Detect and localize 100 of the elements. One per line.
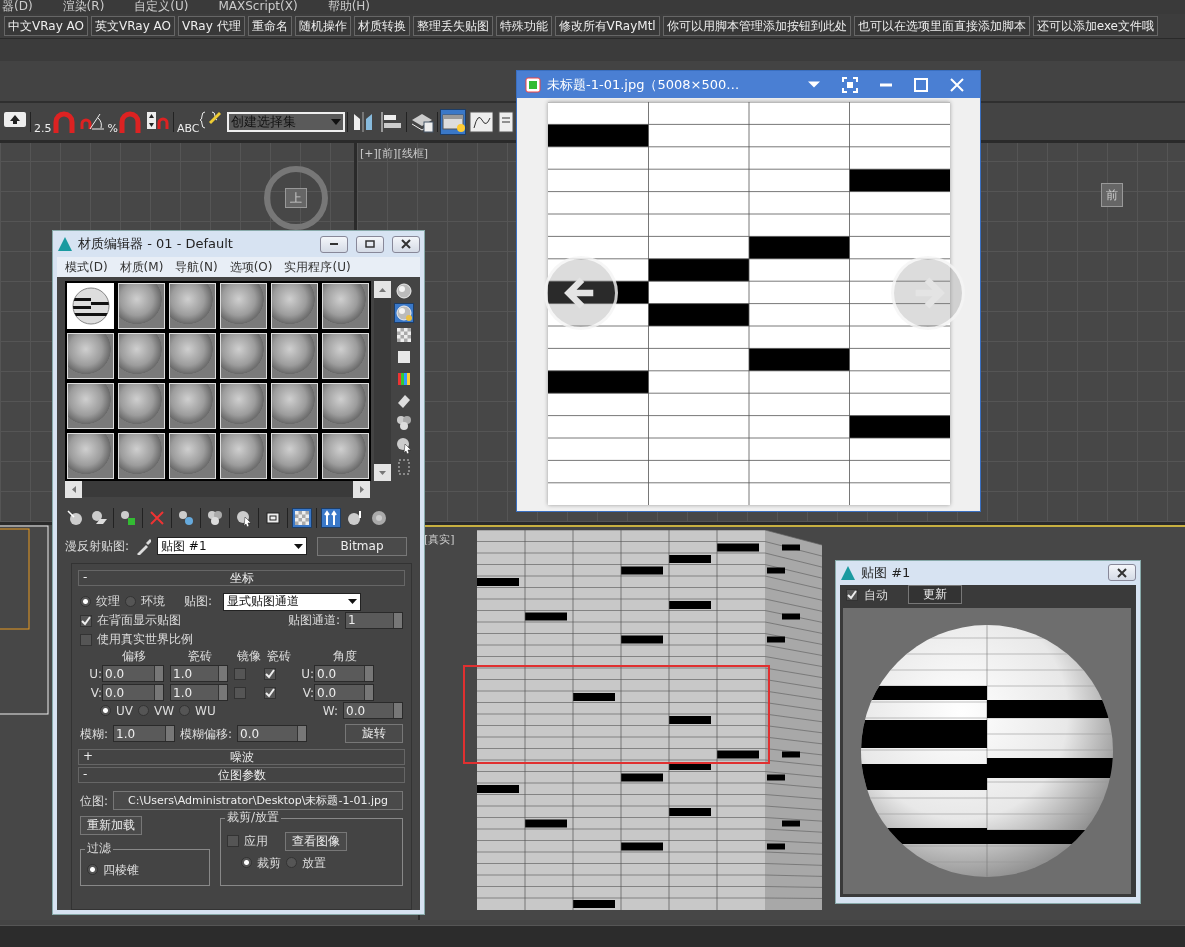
reload-button[interactable]: 重新加载 <box>80 816 142 836</box>
menu-item[interactable]: 材质(M) <box>119 259 164 275</box>
script-button[interactable]: 整理丢失贴图 <box>412 16 493 36</box>
material-sample-slot[interactable] <box>269 281 320 331</box>
spheres-button[interactable] <box>205 508 225 528</box>
script-button[interactable]: 还可以添加exe文件哦 <box>1032 16 1158 36</box>
checkbox[interactable] <box>264 686 276 699</box>
checkbox[interactable] <box>234 686 246 699</box>
collapse-toggle[interactable]: - <box>83 570 88 585</box>
viewport-label[interactable]: [真实] <box>424 533 455 547</box>
radio-button[interactable] <box>241 857 252 869</box>
sibling-button[interactable] <box>369 508 389 528</box>
snap-button[interactable]: 2.5 <box>33 108 77 135</box>
spinner-field[interactable]: 0.0 <box>343 702 403 720</box>
material-sample-slot[interactable] <box>269 381 320 431</box>
spinner-field[interactable]: 0.0 <box>102 684 164 702</box>
collapse-toggle[interactable]: + <box>83 749 94 764</box>
spinner-field[interactable]: 0.0 <box>237 725 308 743</box>
menu-item[interactable]: 实用程序(U) <box>284 259 351 275</box>
rollout-title[interactable]: 噪波 <box>229 750 254 765</box>
fullscreen-button[interactable] <box>840 74 860 95</box>
spinner-field[interactable]: 0.0 <box>314 665 374 683</box>
spinner-field[interactable]: 0.0 <box>314 684 374 702</box>
script-button[interactable]: VRay 代理 <box>178 16 245 36</box>
pick-button[interactable] <box>394 435 414 455</box>
viewport-label[interactable]: [+][前][线框] <box>360 147 428 161</box>
update-button[interactable]: 更新 <box>908 585 962 605</box>
material-sample-slot[interactable] <box>269 331 320 381</box>
script-button[interactable]: 中文VRay AO <box>4 16 88 36</box>
spinner-field[interactable]: 1 <box>345 612 403 629</box>
script-button[interactable]: 修改所有VRayMtl <box>554 16 660 36</box>
menu-item[interactable]: 器(D) <box>2 0 33 14</box>
menu-item[interactable]: 帮助(H) <box>327 0 371 14</box>
assign-button[interactable] <box>118 508 138 528</box>
checkbox[interactable] <box>80 614 92 627</box>
material-sample-slot[interactable] <box>167 281 218 331</box>
checkbox[interactable] <box>80 633 92 646</box>
material-sample-slot[interactable] <box>218 281 269 331</box>
material-sample-slot[interactable] <box>320 331 371 381</box>
collapse-toggle[interactable]: - <box>83 767 88 782</box>
close-button[interactable] <box>392 235 420 253</box>
radio-button[interactable] <box>100 705 111 717</box>
material-sample-slot[interactable] <box>116 331 167 381</box>
material-sample-slot[interactable] <box>320 381 371 431</box>
menu-item[interactable]: 自定义(U) <box>134 0 189 14</box>
script-button[interactable]: 英文VRay AO <box>91 16 175 36</box>
percent-button[interactable]: % <box>106 108 143 135</box>
named-button[interactable]: ABC <box>175 108 225 135</box>
script-button[interactable]: 也可以在选项里面直接添加脚本 <box>853 16 1030 36</box>
material-sample-slot[interactable] <box>116 381 167 431</box>
maximize-button[interactable] <box>912 75 930 94</box>
spinner-field[interactable]: 1.0 <box>113 725 176 743</box>
script-button[interactable]: 材质转换 <box>353 16 410 36</box>
scroll-left-button[interactable] <box>65 481 82 498</box>
sphere-button[interactable] <box>394 281 414 301</box>
scroll-right-button[interactable] <box>353 481 370 498</box>
material-sample-slot[interactable] <box>167 331 218 381</box>
radio-button[interactable] <box>80 596 91 607</box>
material-sample-slot[interactable] <box>65 331 116 381</box>
pick-button[interactable] <box>234 508 254 528</box>
checkbox[interactable] <box>846 588 858 601</box>
script-button[interactable]: 特殊功能 <box>495 16 552 36</box>
checker-button[interactable] <box>394 325 414 345</box>
material-sample-slot[interactable] <box>167 431 218 481</box>
material-sample-slot[interactable] <box>320 431 371 481</box>
restore-button[interactable] <box>356 235 384 253</box>
material-sample-slot[interactable] <box>269 431 320 481</box>
radio-button[interactable] <box>125 596 136 607</box>
view-image-button[interactable]: 查看图像 <box>285 831 347 851</box>
previous-button[interactable] <box>544 256 618 330</box>
rollout-title[interactable]: 坐标 <box>229 570 254 586</box>
script-button[interactable]: 你可以用脚本管理添加按钮到此处 <box>662 16 851 36</box>
material-sample-slot[interactable] <box>167 381 218 431</box>
menu-item[interactable]: 导航(N) <box>175 259 218 275</box>
minimize-button[interactable] <box>320 235 348 253</box>
rotate-button[interactable]: 旋转 <box>345 724 403 744</box>
material-sample-slot[interactable] <box>218 331 269 381</box>
spheres-button[interactable] <box>394 413 414 433</box>
rollout-title[interactable]: 位图参数 <box>217 768 266 783</box>
material-sample-slot[interactable] <box>218 381 269 431</box>
spinner-field[interactable]: 1.0 <box>170 665 228 683</box>
checkbox[interactable] <box>264 667 276 680</box>
backlight-button[interactable] <box>394 303 414 323</box>
result-button[interactable] <box>321 508 341 528</box>
scroll-up-button[interactable] <box>374 281 391 298</box>
copy-button[interactable] <box>176 508 196 528</box>
checker-button[interactable] <box>292 508 312 528</box>
mapping-dropdown[interactable]: 显式贴图通道 <box>223 592 362 611</box>
render-button[interactable] <box>439 108 466 135</box>
view-cube[interactable]: 前 <box>1101 183 1123 208</box>
radio-button[interactable] <box>138 705 149 717</box>
file-path-button[interactable]: C:\Users\Administrator\Desktop\未标题-1-01.jpg <box>113 791 403 811</box>
radio-button[interactable] <box>179 705 191 717</box>
dropdown-button[interactable] <box>806 80 822 89</box>
menu-item[interactable]: 渲染(R) <box>62 0 105 14</box>
checkbox[interactable] <box>227 835 239 848</box>
material-sample-slot[interactable] <box>218 431 269 481</box>
menu-item[interactable]: 选项(O) <box>229 259 273 275</box>
script-button[interactable]: 重命名 <box>247 16 292 36</box>
menu-item[interactable]: 模式(D) <box>65 259 108 275</box>
